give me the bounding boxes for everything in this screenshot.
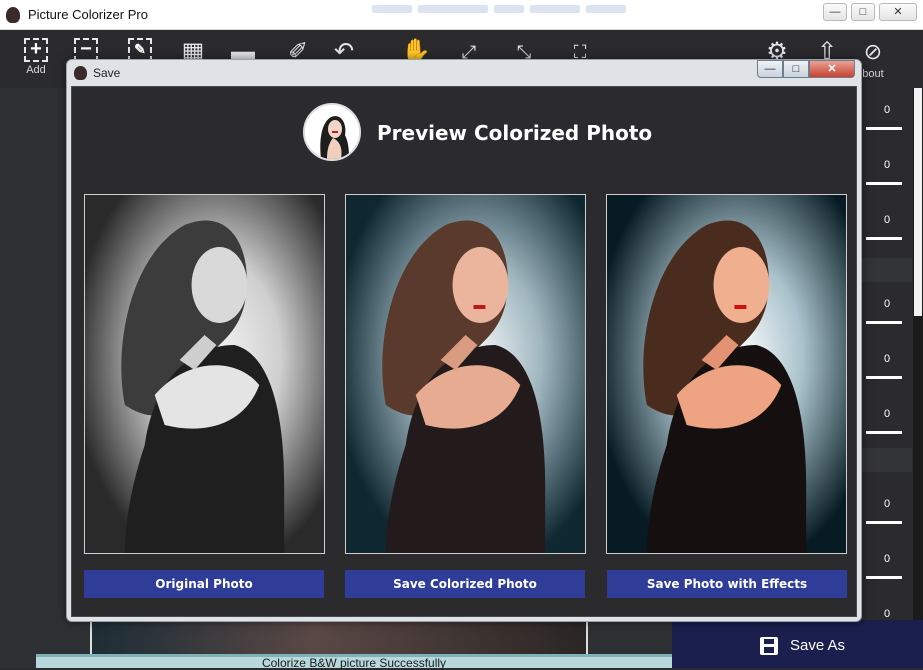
effects-photo-preview — [606, 194, 847, 554]
add-icon: + — [24, 38, 48, 62]
panel-scrollbar[interactable] — [913, 88, 923, 620]
adjustment-slider[interactable] — [866, 521, 902, 524]
adjustment-slider[interactable] — [866, 127, 902, 130]
app-logo-icon — [6, 7, 20, 23]
save-colorized-photo-button[interactable]: Save Colorized Photo — [345, 570, 585, 598]
canvas-photo — [90, 620, 588, 656]
slider-value: 0 — [883, 159, 891, 171]
app-titlebar: Picture Colorizer Pro — □ ✕ — [0, 0, 923, 30]
slider-value: 0 — [883, 408, 891, 420]
add-tool-label: Add — [26, 64, 46, 76]
dialog-minimize-button[interactable]: — — [757, 60, 783, 78]
panel-section-divider — [856, 258, 912, 282]
save-dialog-title: Save — [93, 66, 121, 80]
save-dialog-body: Preview Colorized Photo Original Photo S… — [71, 86, 857, 617]
original-photo-preview — [84, 194, 325, 554]
status-bar: Colorize B&W picture Successfully — [36, 654, 672, 670]
adjustment-slider[interactable] — [866, 237, 902, 240]
dialog-maximize-button[interactable]: □ — [783, 60, 809, 78]
panel-scrollbar-thumb[interactable] — [914, 88, 922, 316]
save-photo-with-effects-button[interactable]: Save Photo with Effects — [607, 570, 847, 598]
adjustment-slider[interactable] — [866, 576, 902, 579]
floppy-disk-icon — [760, 637, 778, 655]
original-photo-button[interactable]: Original Photo — [84, 570, 324, 598]
dialog-close-button[interactable]: ✕ — [809, 60, 855, 78]
slider-value: 0 — [883, 104, 891, 116]
app-logo-avatar — [303, 103, 361, 161]
slider-value: 0 — [883, 298, 891, 310]
background-window-ghost — [372, 0, 652, 14]
dialog-heading: Preview Colorized Photo — [377, 121, 653, 145]
adjustment-slider[interactable] — [866, 431, 902, 434]
compass-icon: ⊘ — [863, 39, 883, 64]
slider-value: 0 — [883, 553, 891, 565]
maximize-button[interactable]: □ — [851, 3, 875, 21]
save-dialog-titlebar[interactable]: Save — □ ✕ — [67, 60, 861, 86]
close-button[interactable]: ✕ — [879, 3, 917, 21]
save-as-button[interactable]: Save As — [672, 620, 923, 668]
slider-value: 0 — [883, 498, 891, 510]
app-title: Picture Colorizer Pro — [28, 7, 148, 22]
save-as-label: Save As — [790, 637, 846, 654]
colorized-photo-preview — [345, 194, 586, 554]
slider-value: 0 — [883, 353, 891, 365]
panel-section-divider — [856, 448, 912, 472]
add-tool-button[interactable]: + Add — [16, 38, 56, 76]
minimize-button[interactable]: — — [823, 3, 847, 21]
app-logo-icon — [74, 66, 87, 80]
status-text: Colorize B&W picture Successfully — [261, 656, 447, 670]
save-dialog: Save — □ ✕ Preview Colorized Photo Origi… — [66, 59, 862, 622]
adjustment-slider[interactable] — [866, 182, 902, 185]
slider-value: 0 — [883, 214, 891, 226]
slider-value: 0 — [883, 608, 891, 620]
adjustment-slider[interactable] — [866, 376, 902, 379]
adjustment-slider[interactable] — [866, 321, 902, 324]
